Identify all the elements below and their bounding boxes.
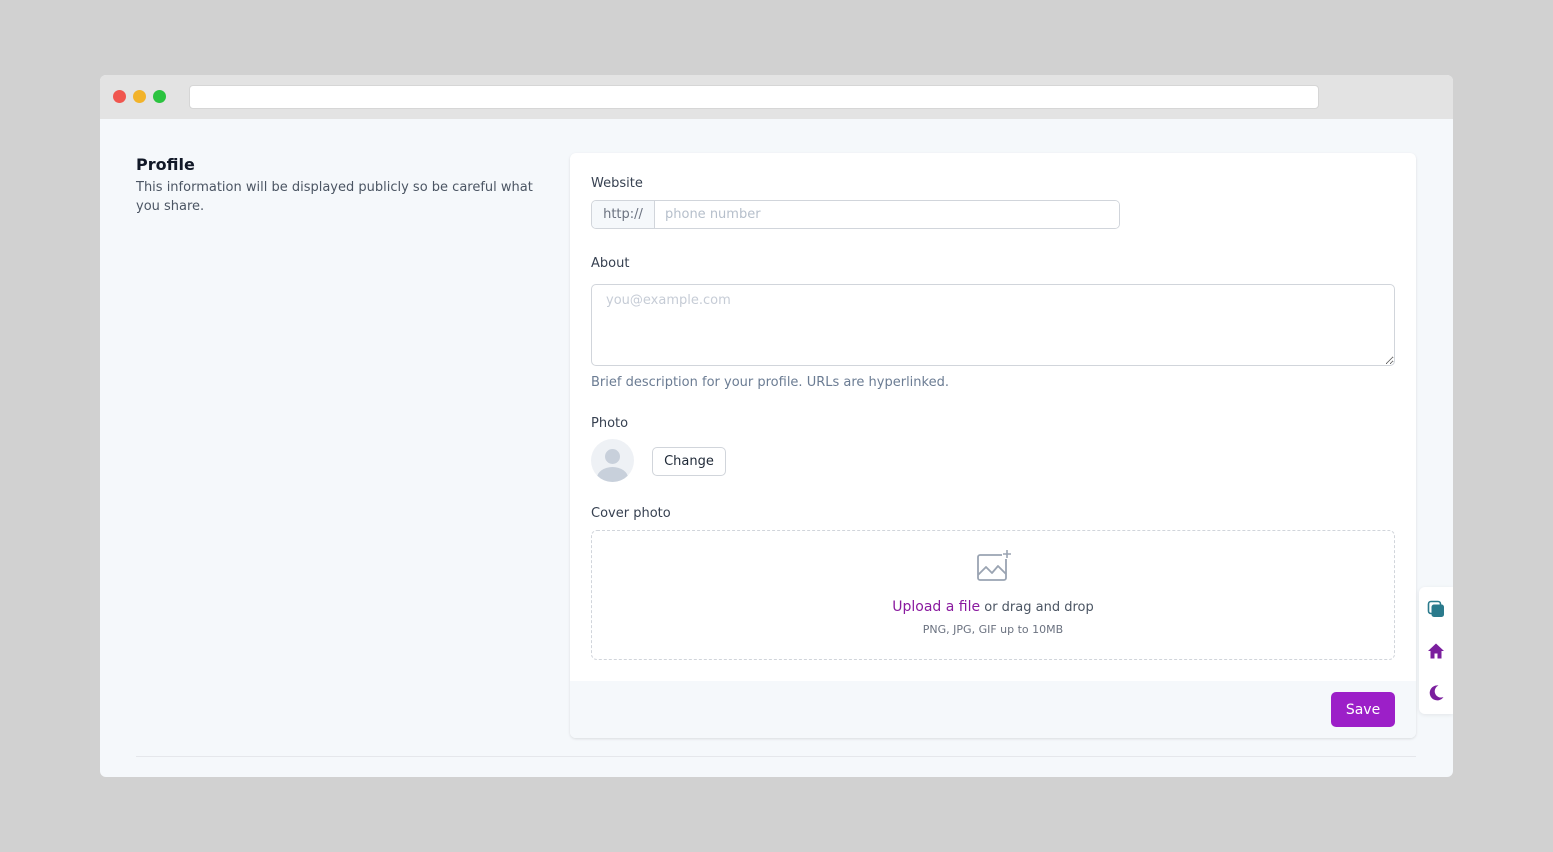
upload-instructions: Upload a file or drag and drop — [592, 599, 1394, 615]
upload-file-hint: PNG, JPG, GIF up to 10MB — [922, 623, 1064, 636]
avatar — [591, 439, 634, 482]
moon-icon[interactable] — [1427, 684, 1445, 702]
about-helper-text: Brief description for your profile. URLs… — [591, 375, 949, 390]
website-label: Website — [591, 176, 643, 191]
home-icon[interactable] — [1427, 642, 1445, 660]
avatar-placeholder-icon — [605, 449, 620, 464]
avatar-shoulders — [597, 467, 628, 482]
image-upload-icon — [977, 549, 1011, 581]
close-window-button[interactable] — [113, 90, 126, 103]
website-input-group: http:// — [591, 200, 1120, 229]
change-photo-button[interactable]: Change — [652, 447, 726, 476]
website-input[interactable] — [655, 201, 1119, 228]
copy-icon[interactable] — [1427, 600, 1445, 618]
floating-toolbar — [1419, 587, 1453, 714]
browser-window: Profile This information will be display… — [100, 75, 1453, 777]
browser-titlebar — [100, 75, 1453, 119]
profile-form-card: Website http:// About Brief description … — [570, 153, 1416, 738]
upload-file-link[interactable]: Upload a file — [892, 599, 980, 615]
address-bar[interactable] — [189, 85, 1319, 109]
photo-label: Photo — [591, 416, 629, 431]
form-footer: Save — [570, 681, 1416, 738]
cover-photo-label: Cover photo — [591, 506, 671, 521]
about-textarea[interactable] — [591, 284, 1395, 366]
section-divider — [136, 756, 1416, 757]
cover-photo-dropzone[interactable]: Upload a file or drag and drop PNG, JPG,… — [591, 530, 1395, 660]
maximize-window-button[interactable] — [153, 90, 166, 103]
save-button[interactable]: Save — [1331, 692, 1395, 727]
about-label: About — [591, 256, 630, 271]
profile-heading: Profile — [136, 155, 195, 174]
drag-drop-text: or drag and drop — [984, 600, 1094, 615]
minimize-window-button[interactable] — [133, 90, 146, 103]
profile-description: This information will be displayed publi… — [136, 180, 533, 214]
website-prefix: http:// — [592, 201, 655, 228]
